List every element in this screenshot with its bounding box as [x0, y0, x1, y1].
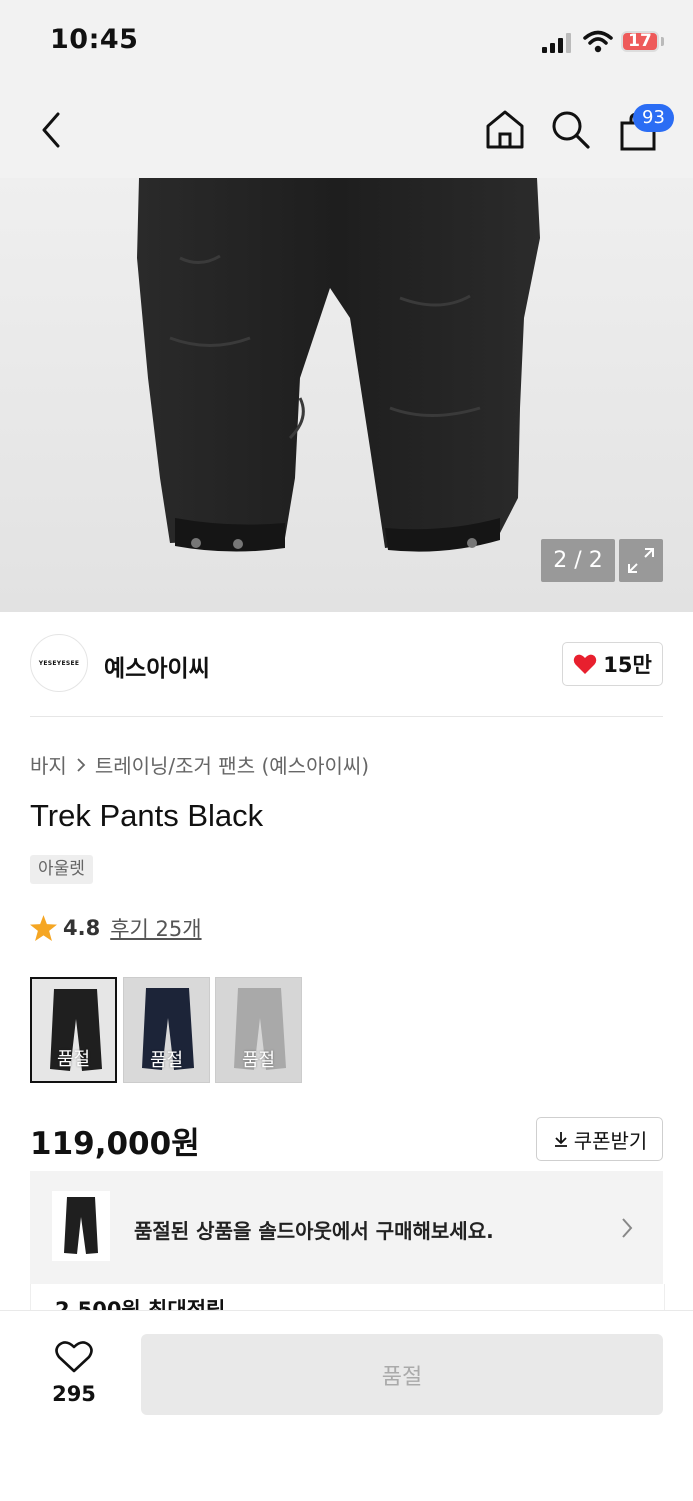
chevron-right-icon — [77, 757, 86, 772]
color-swatch-navy[interactable]: 품절 — [123, 977, 210, 1083]
swatch-soldout-label: 품절 — [149, 1050, 184, 1071]
breadcrumb: 바지 트레이닝/조거 팬츠 (예스아이씨) — [30, 750, 369, 779]
wifi-icon — [583, 30, 613, 53]
breadcrumb-category[interactable]: 바지 — [30, 750, 67, 779]
expand-icon — [628, 548, 654, 573]
brand-name[interactable]: 예스아이씨 — [104, 649, 210, 683]
star-icon — [30, 915, 57, 941]
soldout-resale-banner[interactable]: 품절된 상품을 솔드아웃에서 구매해보세요. — [30, 1171, 663, 1284]
back-icon[interactable] — [38, 110, 66, 150]
brand-logo-text: YESEYESEE — [38, 659, 80, 667]
status-time: 10:45 — [50, 24, 139, 55]
rating-value: 4.8 — [63, 916, 101, 940]
coupon-label: 쿠폰받기 — [573, 1128, 648, 1153]
download-icon — [554, 1132, 567, 1147]
battery-tip — [661, 37, 664, 46]
banner-product-thumbnail — [52, 1191, 110, 1261]
soldout-buy-button[interactable]: 품절 — [141, 1334, 663, 1415]
signal-icon — [542, 33, 571, 53]
swatch-soldout-label: 품절 — [241, 1050, 276, 1071]
chevron-right-icon — [622, 1218, 633, 1238]
brand-logo[interactable]: YESEYESEE — [30, 634, 88, 692]
expand-image-button[interactable] — [619, 539, 663, 582]
price: 119,000원 — [30, 1126, 200, 1162]
swatch-soldout-label: 품절 — [56, 1049, 91, 1070]
image-counter: 2 / 2 — [541, 539, 615, 582]
brand-like-button[interactable]: 15만 — [562, 642, 663, 686]
banner-text: 품절된 상품을 솔드아웃에서 구매해보세요. — [134, 1219, 494, 1243]
battery-level: 17 — [628, 31, 652, 51]
divider — [30, 716, 663, 717]
heart-filled-icon — [573, 654, 597, 674]
coupon-button[interactable]: 쿠폰받기 — [536, 1117, 663, 1161]
color-swatch-black[interactable]: 품절 — [30, 977, 117, 1083]
heart-outline-icon[interactable] — [55, 1340, 93, 1374]
cart-count-badge: 93 — [633, 104, 674, 132]
wishlist-count: 295 — [52, 1382, 96, 1406]
battery-icon: 17 — [621, 31, 659, 52]
brand-like-count: 15만 — [603, 653, 652, 677]
rating-row: 4.8 후기 25개 — [30, 913, 202, 943]
reviews-link[interactable]: 후기 25개 — [110, 913, 201, 943]
outlet-tag: 아울렛 — [30, 855, 93, 884]
breadcrumb-subcategory[interactable]: 트레이닝/조거 팬츠 (예스아이씨) — [95, 750, 369, 779]
home-icon[interactable] — [484, 108, 526, 150]
product-title: Trek Pants Black — [30, 798, 264, 833]
color-swatch-gray[interactable]: 품절 — [215, 977, 302, 1083]
pants-thumbnail — [64, 1197, 98, 1254]
search-icon[interactable] — [550, 109, 592, 151]
